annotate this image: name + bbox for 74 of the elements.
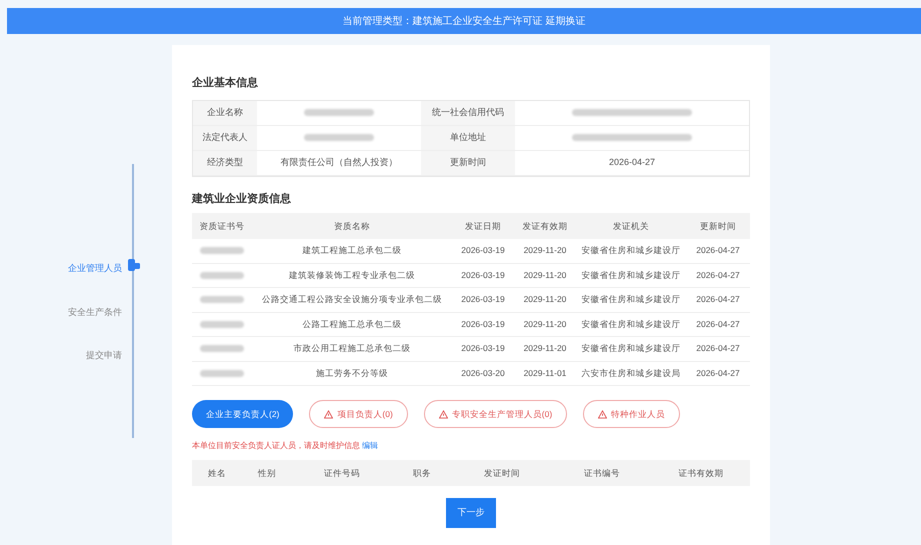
warning-icon: [324, 410, 334, 418]
table-cell-text: 安徽省住房和城乡建设厅: [580, 268, 682, 282]
edit-link[interactable]: 编辑: [362, 441, 378, 450]
table-cell-text: 2026-04-27: [695, 318, 741, 331]
table-cell-text: 2029-11-20: [522, 268, 568, 282]
column-header: 证书编号: [583, 466, 621, 480]
table-cell-text: 2026-04-27: [695, 268, 741, 282]
field-label: 法定代表人: [193, 126, 257, 150]
next-button[interactable]: 下一步: [446, 498, 496, 528]
column-header: 姓名: [207, 466, 227, 480]
redacted-value: [200, 370, 244, 377]
table-cell-text: 2026-04-27: [695, 366, 741, 380]
table-cell-text: 2026-03-19: [460, 318, 506, 331]
field-label: 更新时间: [421, 150, 515, 174]
table-cell-text: 2026-03-20: [460, 366, 506, 380]
field-value: 2026-04-27: [608, 156, 656, 169]
field-label: 单位地址: [421, 126, 515, 150]
redacted-value: [200, 345, 244, 352]
column-header: 发证有效期: [522, 220, 568, 233]
table-cell-text: 公路工程施工总承包二级: [302, 318, 402, 331]
table-cell-text: 2026-04-27: [695, 342, 741, 356]
column-header: 发证时间: [483, 466, 521, 480]
table-cell-text: 2029-11-20: [522, 342, 568, 356]
redacted-value: [200, 320, 244, 328]
step-item[interactable]: 安全生产条件: [68, 306, 122, 319]
table-cell-text: 建筑工程施工总承包二级: [302, 244, 402, 258]
warning-icon: [438, 410, 448, 418]
column-header: 证件号码: [323, 466, 361, 480]
section-title: 企业基本信息: [192, 76, 259, 91]
personnel-tab[interactable]: 特种作业人员: [583, 400, 680, 428]
column-header: 资质证书号: [198, 220, 246, 233]
header-title: 当前管理类型：建筑施工企业安全生产许可证 延期换证: [342, 14, 586, 28]
table-cell-text: 2029-11-01: [522, 366, 568, 380]
table-cell-text: 2026-04-27: [695, 293, 741, 306]
column-header: 资质名称: [333, 220, 371, 233]
personnel-tab[interactable]: 项目负责人(0): [309, 400, 408, 428]
field-label: 统一社会信用代码: [421, 100, 515, 124]
table-cell-text: 2026-03-19: [460, 293, 506, 306]
table-cell-text: 2026-04-27: [695, 244, 741, 258]
table-cell-text: 建筑装修装饰工程专业承包二级: [288, 268, 416, 282]
field-label: 经济类型: [193, 150, 257, 174]
warning-notice: 本单位目前安全负责人证人员，请及时维护信息 编辑: [192, 440, 380, 452]
field-value: 有限责任公司（自然人投资）: [280, 156, 398, 169]
table-cell-text: 2029-11-20: [522, 318, 568, 331]
step-item[interactable]: 企业管理人员: [68, 262, 122, 276]
table-cell-text: 安徽省住房和城乡建设厅: [580, 342, 682, 356]
personnel-tab[interactable]: 专职安全生产管理人员(0): [424, 400, 568, 428]
table-cell-text: 六安市住房和城乡建设局: [580, 366, 682, 380]
column-header: 性别: [256, 466, 277, 480]
warning-icon: [598, 410, 608, 418]
table-cell-text: 施工劳务不分等级: [315, 366, 389, 380]
redacted-value: [200, 272, 244, 279]
table-cell-text: 2029-11-20: [522, 244, 568, 258]
table-cell-text: 2026-03-19: [460, 244, 506, 258]
table-cell-text: 2029-11-20: [522, 293, 568, 306]
column-header: 证书有效期: [678, 466, 724, 480]
column-header: 职务: [412, 466, 432, 480]
step-item[interactable]: 提交申请: [86, 349, 122, 362]
redacted-value: [200, 296, 244, 304]
table-cell-text: 安徽省住房和城乡建设厅: [580, 318, 682, 331]
column-header: 发证日期: [464, 220, 502, 233]
section-title: 建筑业企业资质信息: [192, 192, 292, 206]
table-cell-text: 2026-03-19: [460, 268, 506, 282]
column-header: 更新时间: [699, 220, 737, 233]
table-cell-text: 2026-03-19: [460, 342, 506, 356]
table-cell-text: 安徽省住房和城乡建设厅: [580, 293, 682, 306]
table-cell-text: 公路交通工程公路安全设施分项专业承包二级: [261, 293, 443, 306]
step-marker-icon: [127, 258, 141, 272]
table-cell-text: 安徽省住房和城乡建设厅: [580, 244, 682, 258]
personnel-tab[interactable]: 企业主要负责人(2): [192, 400, 294, 428]
column-header: 发证机关: [612, 220, 650, 233]
redacted-value: [200, 247, 244, 254]
field-label: 企业名称: [193, 100, 257, 124]
table-cell-text: 市政公用工程施工总承包二级: [292, 342, 412, 356]
